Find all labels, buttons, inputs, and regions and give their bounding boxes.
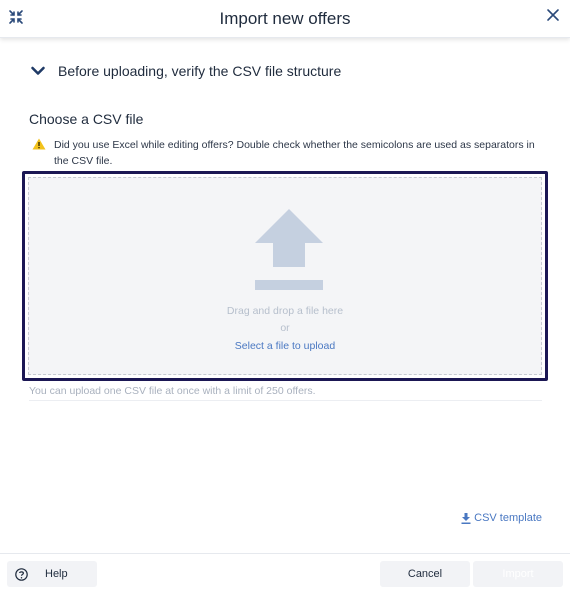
cancel-button[interactable]: Cancel — [380, 561, 470, 587]
warning-text: Did you use Excel while editing offers? … — [54, 139, 535, 167]
dropzone-frame: Drag and drop a file here or Select a fi… — [22, 171, 548, 381]
upload-limit-note: You can upload one CSV file at once with… — [29, 385, 316, 397]
divider — [29, 400, 542, 401]
help-button[interactable]: Help — [7, 561, 97, 587]
csv-structure-accordion[interactable]: Before uploading, verify the CSV file st… — [30, 62, 341, 80]
or-text: or — [280, 322, 290, 334]
accordion-label: Before uploading, verify the CSV file st… — [58, 63, 342, 79]
dialog-title: Import new offers — [219, 9, 351, 28]
excel-warning: Did you use Excel while editing offers? … — [32, 137, 552, 169]
help-label: Help — [45, 568, 68, 580]
warning-icon — [32, 138, 46, 150]
drag-drop-text: Drag and drop a file here — [226, 305, 344, 317]
download-icon — [461, 512, 471, 524]
upload-icon — [255, 209, 323, 290]
dialog-header: Import new offers — [0, 0, 570, 38]
select-file-link[interactable]: Select a file to upload — [29, 340, 541, 352]
file-dropzone[interactable]: Drag and drop a file here or Select a fi… — [28, 177, 542, 375]
csv-template-label: CSV template — [474, 512, 542, 524]
close-icon[interactable] — [546, 8, 560, 22]
import-button[interactable]: Import — [473, 561, 563, 587]
dialog-footer: Help Cancel Import — [0, 553, 570, 593]
section-title: Choose a CSV file — [29, 111, 144, 127]
help-icon — [15, 567, 28, 581]
chevron-down-icon — [31, 66, 45, 75]
csv-template-link[interactable]: CSV template — [461, 512, 542, 524]
